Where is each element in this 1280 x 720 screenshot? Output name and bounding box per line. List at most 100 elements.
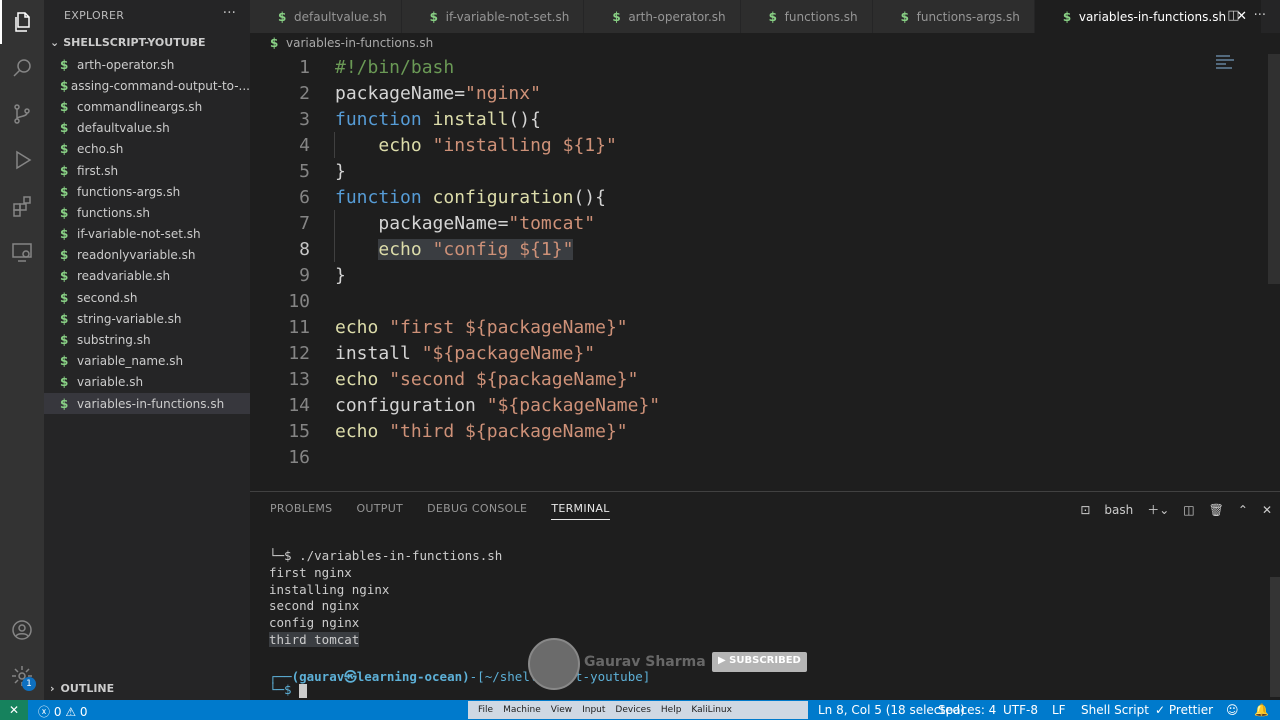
file-item[interactable]: $ assing-command-output-to-... <box>44 75 250 96</box>
shell-file-icon: $ <box>60 205 69 220</box>
file-label: string-variable.sh <box>77 311 182 326</box>
vbox-menu-item[interactable]: Input <box>582 705 605 715</box>
minimap[interactable] <box>1216 55 1234 73</box>
tab-arth-operator[interactable]: $ arth-operator.sh <box>584 0 741 33</box>
indentation[interactable]: Spaces: 4 <box>938 703 996 717</box>
activity-bar: 1 <box>0 0 44 700</box>
tab-terminal[interactable]: TERMINAL <box>551 502 610 520</box>
notifications-bell-icon[interactable]: 🔔 <box>1254 703 1269 717</box>
trash-icon[interactable]: 🗑 <box>1209 503 1224 517</box>
shell-file-icon: $ <box>60 227 69 242</box>
more-actions-icon[interactable]: ··· <box>223 5 236 21</box>
shell-name[interactable]: bash <box>1104 503 1133 517</box>
maximize-panel-icon[interactable]: ⌃ <box>1238 503 1248 517</box>
breadcrumb[interactable]: $ variables-in-functions.sh <box>270 36 433 50</box>
terminal-line-selected: third tomcat <box>269 631 360 647</box>
encoding[interactable]: UTF-8 <box>1003 703 1038 717</box>
file-item[interactable]: $ readvariable.sh <box>44 266 250 287</box>
shell-file-icon: $ <box>60 290 69 305</box>
vbox-menu-item[interactable]: KaliLinux <box>691 705 732 715</box>
file-item[interactable]: $ functions-args.sh <box>44 181 250 202</box>
end-of-line[interactable]: LF <box>1052 703 1066 717</box>
remote-indicator-icon[interactable]: ✕ <box>0 700 28 720</box>
tab-debug-console[interactable]: DEBUG CONSOLE <box>427 502 527 520</box>
outline-section[interactable]: › OUTLINE <box>50 682 114 695</box>
file-item[interactable]: $ commandlineargs.sh <box>44 96 250 117</box>
language-mode[interactable]: Shell Script <box>1081 703 1149 717</box>
chevron-down-icon: ⌄ <box>50 36 60 49</box>
extensions-icon[interactable] <box>0 184 44 228</box>
feedback-icon[interactable]: ☺ <box>1226 703 1239 717</box>
source-control-icon[interactable] <box>0 92 44 136</box>
file-item[interactable]: $ functions.sh <box>44 202 250 223</box>
shell-file-icon: $ <box>60 354 69 369</box>
new-terminal-icon[interactable]: ＋⌄ <box>1147 501 1169 518</box>
tab-functions-args[interactable]: $ functions-args.sh <box>872 0 1035 33</box>
tab-functions[interactable]: $ functions.sh <box>740 0 873 33</box>
code-line-current: 8 echo "config ${1}" <box>250 236 1260 262</box>
line-number: 3 <box>299 108 310 130</box>
vbox-menu-item[interactable]: Help <box>661 705 682 715</box>
code-text: configuration "${packageName}" <box>335 394 661 416</box>
warning-icon: ⚠ <box>65 705 77 719</box>
file-item[interactable]: $ variable_name.sh <box>44 351 250 372</box>
shell-file-icon: $ <box>278 9 287 24</box>
terminal-line: first nginx <box>269 564 352 580</box>
account-icon[interactable] <box>0 608 44 652</box>
tab-output[interactable]: OUTPUT <box>356 502 403 520</box>
file-item-selected[interactable]: $ variables-in-functions.sh <box>44 393 250 415</box>
file-item[interactable]: $ echo.sh <box>44 139 250 160</box>
subscribe-button[interactable]: ▶ SUBSCRIBED <box>712 652 807 672</box>
vbox-menu-item[interactable]: View <box>551 705 572 715</box>
split-terminal-icon[interactable]: ◫ <box>1183 503 1194 517</box>
vbox-menu-item[interactable]: File <box>478 705 493 715</box>
file-item[interactable]: $ variable.sh <box>44 372 250 393</box>
more-actions-icon[interactable]: ··· <box>1254 8 1266 23</box>
tab-actions: ◫ ··· <box>1227 8 1266 23</box>
explorer-icon[interactable] <box>0 0 44 44</box>
tab-problems[interactable]: PROBLEMS <box>270 502 332 520</box>
file-item[interactable]: $ second.sh <box>44 287 250 308</box>
code-line: 15 echo "third ${packageName}" <box>250 418 1260 444</box>
split-editor-icon[interactable]: ◫ <box>1227 8 1239 23</box>
tab-defaultvalue[interactable]: $ defaultvalue.sh <box>250 0 402 33</box>
editor-scrollbar[interactable] <box>1268 54 1280 284</box>
code-text: function configuration(){ <box>335 186 606 208</box>
file-item[interactable]: $ substring.sh <box>44 329 250 350</box>
vbox-menu-item[interactable]: Machine <box>503 705 541 715</box>
line-number: 14 <box>288 394 310 416</box>
line-number: 5 <box>299 160 310 182</box>
run-debug-icon[interactable] <box>0 138 44 182</box>
code-line: 14 configuration "${packageName}" <box>250 392 1260 418</box>
file-item[interactable]: $ if-variable-not-set.sh <box>44 224 250 245</box>
shell-file-icon: $ <box>60 311 69 326</box>
line-number: 10 <box>288 290 310 312</box>
line-number: 13 <box>288 368 310 390</box>
code-line: 12 install "${packageName}" <box>250 340 1260 366</box>
file-item[interactable]: $ readonlyvariable.sh <box>44 245 250 266</box>
file-item[interactable]: $ string-variable.sh <box>44 308 250 329</box>
close-panel-icon[interactable]: ✕ <box>1262 503 1272 517</box>
formatter[interactable]: ✓ Prettier <box>1155 703 1213 717</box>
workspace-folder[interactable]: ⌄ SHELLSCRIPT-YOUTUBE <box>50 36 206 49</box>
code-editor[interactable]: 1 #!/bin/bash 2 packageName="nginx" 3 funct… <box>250 54 1280 491</box>
file-item[interactable]: $ arth-operator.sh <box>44 54 250 75</box>
settings-gear-icon[interactable] <box>0 654 44 698</box>
file-item[interactable]: $ first.sh <box>44 160 250 181</box>
file-item[interactable]: $ defaultvalue.sh <box>44 118 250 139</box>
code-text: echo "second ${packageName}" <box>335 368 639 390</box>
terminal-scrollbar[interactable] <box>1270 577 1280 697</box>
code-line: 16 <box>250 444 1260 470</box>
problems-indicator[interactable]: ⓧ 0 ⚠ 0 <box>38 703 88 720</box>
search-icon[interactable] <box>0 46 44 90</box>
file-label: readonlyvariable.sh <box>77 248 196 263</box>
vbox-menu-item[interactable]: Devices <box>615 705 650 715</box>
code-line: 5} <box>250 158 1260 184</box>
panel-actions: ⊡ bash ＋⌄ ◫ 🗑 ⌃ ✕ <box>1080 501 1272 518</box>
file-label: variable_name.sh <box>77 354 184 369</box>
code-line: 10 <box>250 288 1260 314</box>
channel-name: Gaurav Sharma <box>584 654 706 670</box>
tab-if-variable-not-set[interactable]: $ if-variable-not-set.sh <box>401 0 585 33</box>
line-number: 11 <box>288 316 310 338</box>
remote-explorer-icon[interactable] <box>0 230 44 274</box>
